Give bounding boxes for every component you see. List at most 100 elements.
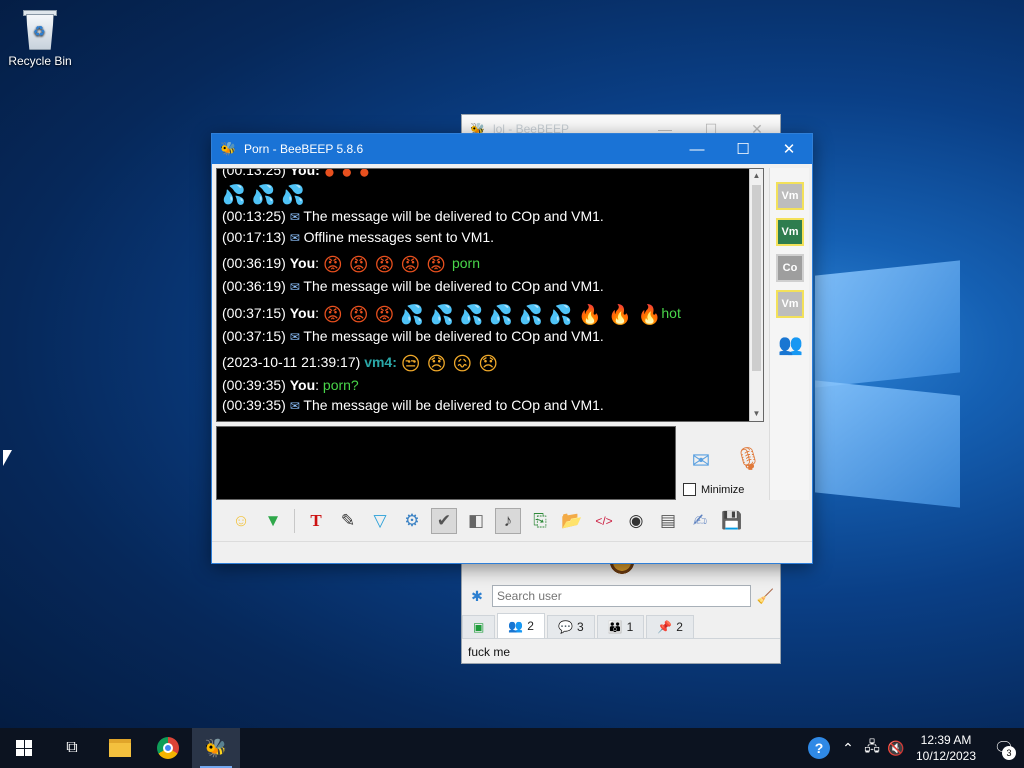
clock[interactable]: 12:39 AM 10/12/2023 <box>908 732 984 764</box>
clear-broom-icon[interactable]: 🧹 <box>757 588 774 605</box>
screenshot-icon[interactable]: ◉ <box>623 508 649 534</box>
send-folder-icon[interactable]: 📂 <box>559 508 585 534</box>
angry-face-icon: 😡 <box>322 304 343 326</box>
member-avatar[interactable]: Co <box>776 254 804 282</box>
task-view-icon: ⧉ <box>66 739 78 756</box>
sound-icon[interactable]: ♪ <box>495 508 521 534</box>
sweat-drops-icon: 💦 <box>459 304 484 326</box>
network-icon[interactable]: ✱ <box>468 587 486 605</box>
envelope-icon: ✉ <box>289 329 300 344</box>
beebeep-taskbar-button[interactable]: 🐝 <box>192 728 240 768</box>
tab-groups-count: 1 <box>626 620 634 634</box>
search-user-input[interactable] <box>492 585 751 607</box>
sweat-drops-icon: 💦 <box>489 304 514 326</box>
font-icon[interactable]: T <box>303 508 329 534</box>
filter-icon[interactable]: ▽ <box>367 508 393 534</box>
scroll-thumb[interactable] <box>752 185 761 371</box>
beebeep-app-icon: 🐝 <box>220 141 237 156</box>
user-status-text[interactable]: fuck me <box>468 645 510 659</box>
chat-message: (00:36:19) You: 😡 😡 😡 😡 😡 porn <box>222 255 480 276</box>
chat-toolbar: ☺ ▼ T ✎ ▽ ⚙ ✔ ◧ ♪ ⎘ 📂 </> ◉ ▤ ✍ 💾 <box>216 504 808 538</box>
chat-history[interactable]: (00:13:25) You: ● ● ● 💦 💦 💦 (00:13:25) ✉ The… <box>216 168 764 422</box>
minimize-icon[interactable]: — <box>674 134 720 164</box>
chat-message: 💦 💦 💦 <box>222 184 745 207</box>
envelope-icon: ✉ <box>289 230 300 245</box>
member-avatar[interactable]: Vm <box>776 290 804 318</box>
font-color-icon[interactable]: ✎ <box>335 508 361 534</box>
send-file-icon[interactable]: ⎘ <box>527 508 553 534</box>
minimize-checkbox-row[interactable]: Minimize <box>683 483 744 496</box>
chrome-button[interactable] <box>144 728 192 768</box>
beebeep-chat-window[interactable]: 🐝 Porn - BeeBEEP 5.8.6 — ☐ ✕ (00:13:25) … <box>211 133 813 564</box>
disappointed-face-icon: 😞 <box>426 354 447 375</box>
clock-date: 10/12/2023 <box>915 749 977 763</box>
envelope-icon: ✉ <box>289 398 300 413</box>
tab-users-count: 2 <box>527 619 534 633</box>
send-message-icon[interactable]: ✉ <box>684 448 718 478</box>
chat-message: (00:39:35) You: porn? <box>222 377 359 393</box>
message-input[interactable] <box>216 426 676 500</box>
edit-notes-icon[interactable]: ✍ <box>687 508 713 534</box>
scroll-down-icon[interactable]: ▼ <box>750 407 763 421</box>
network-icon[interactable]: 🖧 <box>860 736 884 760</box>
scroll-up-icon[interactable]: ▲ <box>750 169 763 183</box>
task-view-button[interactable]: ⧉ <box>48 728 96 768</box>
sweat-drops-icon: 💦 <box>400 304 425 326</box>
windows-wallpaper-logo <box>815 250 965 508</box>
chevron-up-icon[interactable]: ⌃ <box>836 740 860 757</box>
recycle-bin-label: Recycle Bin <box>8 54 72 68</box>
maximize-icon[interactable]: ☐ <box>720 134 766 164</box>
start-button[interactable] <box>0 728 48 768</box>
settings-gear-icon[interactable]: ⚙ <box>399 508 425 534</box>
close-icon[interactable]: ✕ <box>766 134 812 164</box>
tab-files-count: 2 <box>676 620 683 634</box>
minimize-checkbox[interactable] <box>683 483 696 496</box>
chat-window-title: Porn - BeeBEEP 5.8.6 <box>244 142 364 156</box>
persevering-face-icon: 😖 <box>452 354 473 375</box>
recent-emoticons-icon[interactable]: ▼ <box>260 508 286 534</box>
chat-message: (00:13:25) ✉ The message will be deliver… <box>222 208 604 224</box>
member-avatar[interactable]: Vm <box>776 182 804 210</box>
chat-scrollbar[interactable]: ▲ ▼ <box>749 169 763 421</box>
sweat-drops-icon: 💦 <box>548 304 573 326</box>
help-icon[interactable]: ? <box>808 737 830 759</box>
emoticon-icon[interactable]: ☺ <box>228 508 254 534</box>
word-completer-icon[interactable]: ◧ <box>463 508 489 534</box>
chat-message: (2023-10-11 21:39:17) vm4: 😒 😞 😖 😞 <box>222 354 499 375</box>
back-window-tabs: ▣ 👥 2 💬 3 👪 1 📌 2 <box>462 613 780 639</box>
taskbar: ⧉ 🐝 ? ⌃ 🖧 🔇 12:39 AM 10/12/2023 🗨 3 <box>0 728 1024 768</box>
chrome-icon <box>157 737 179 759</box>
sweat-drops-icon: 💦 <box>430 304 454 326</box>
volume-muted-icon[interactable]: 🔇 <box>884 740 908 757</box>
groups-icon: 👪 <box>607 620 623 634</box>
tab-users[interactable]: 👥 2 <box>497 613 545 638</box>
angry-face-icon: 😡 <box>374 304 395 326</box>
tab-files[interactable]: 📌 2 <box>646 615 694 638</box>
recycle-bin-icon: ♻ <box>22 8 58 50</box>
fire-icon: 🔥 <box>637 304 662 326</box>
action-center-button[interactable]: 🗨 3 <box>984 728 1024 768</box>
chat-window-titlebar[interactable]: 🐝 Porn - BeeBEEP 5.8.6 — ☐ ✕ <box>212 134 812 164</box>
network-status-icon: ▣ <box>473 620 485 634</box>
spellcheck-icon[interactable]: ✔ <box>431 508 457 534</box>
recycle-bin-shortcut[interactable]: ♻ Recycle Bin <box>8 8 72 68</box>
fire-icon: 🔥 <box>608 304 632 326</box>
folder-icon <box>109 739 131 757</box>
system-tray: ? ⌃ 🖧 🔇 12:39 AM 10/12/2023 🗨 3 <box>808 728 1024 768</box>
code-icon[interactable]: </> <box>591 508 617 534</box>
chat-message: (00:36:19) ✉ The message will be deliver… <box>222 278 604 294</box>
minimize-label: Minimize <box>701 483 745 496</box>
notification-count-badge: 3 <box>1002 746 1016 760</box>
save-chat-icon[interactable]: 💾 <box>719 508 745 534</box>
edit-members-icon[interactable]: 👥 <box>778 332 803 357</box>
tab-groups[interactable]: 👪 1 <box>596 615 645 638</box>
file-explorer-button[interactable] <box>96 728 144 768</box>
member-avatar[interactable]: Vm <box>776 218 804 246</box>
angry-face-icon: 😡 <box>348 304 369 326</box>
microphone-icon[interactable]: 🎙 <box>734 446 762 478</box>
sweat-drops-icon: 💦 <box>281 185 306 206</box>
tab-chats[interactable]: 💬 3 <box>546 615 595 638</box>
tab-network[interactable]: ▣ <box>462 615 496 638</box>
chat-members-panel: Vm Vm Co Vm 👥 <box>769 168 809 500</box>
clear-history-icon[interactable]: ▤ <box>655 508 681 534</box>
